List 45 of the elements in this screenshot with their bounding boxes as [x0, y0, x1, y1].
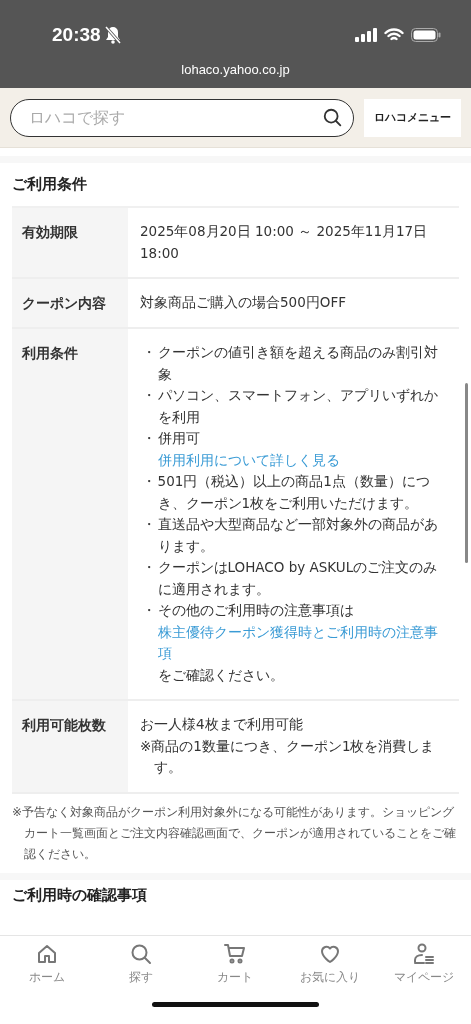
nav-tab[interactable]: 探す: [95, 942, 188, 986]
search-field[interactable]: ロハコで探す: [10, 98, 354, 137]
page-url: lohaco.yahoo.co.jp: [181, 62, 290, 77]
condition-text: パソコン、スマートフォン、アプリいずれかを利用: [157, 386, 439, 427]
row-value: お一人様4枚まで利用可能: [140, 715, 304, 734]
battery-icon: [411, 28, 441, 42]
notice-link[interactable]: 株主優待クーポン獲得時とご利用時の注意事項: [157, 621, 445, 665]
row-label: 利用可能枚数: [12, 701, 128, 794]
bullet-mark: ・: [140, 429, 157, 448]
condition-text: クーポンの値引き額を超える商品のみ割引対象: [157, 343, 439, 384]
condition-text: 501円（税込）以上の商品1点（数量）につき、クーポン1枚をご利用いただけます。: [157, 472, 431, 513]
section-title: ご利用条件: [12, 175, 88, 194]
condition-text: その他のご利用時の注意事項は: [157, 601, 355, 620]
row-value: 対象商品ご購入の場合500円OFF: [140, 293, 347, 312]
nav-tab[interactable]: ホーム: [1, 942, 94, 986]
condition-text: をご確認ください。: [157, 665, 285, 685]
menu-button[interactable]: ロハコメニュー: [364, 98, 461, 137]
cart-icon: [223, 942, 248, 966]
condition-text: クーポンはLOHACO by ASKULのご注文のみに適用されます。: [157, 558, 439, 599]
row-label: 有効期限: [12, 208, 128, 279]
row-value: 2025年08月20日 10:00 ～ 2025年11月17日 18:00: [140, 222, 429, 263]
nav-tab[interactable]: カート: [189, 942, 282, 986]
bullet-mark: ・: [140, 515, 157, 534]
bullet-mark: ・: [140, 558, 157, 577]
bullet-mark: ・: [140, 343, 157, 362]
search-icon: [129, 942, 154, 966]
row-label: 利用条件: [12, 329, 128, 701]
search-icon: [322, 106, 344, 129]
bullet-mark: ・: [140, 472, 157, 491]
status-time: 20:38: [52, 24, 101, 46]
wifi-icon: [384, 28, 404, 42]
bullet-mark: ・: [140, 601, 157, 620]
person-icon: [411, 942, 436, 966]
condition-text: 直送品や大型商品など一部対象外の商品があります。: [157, 515, 439, 556]
row-label: クーポン内容: [12, 279, 128, 329]
condition-text: 併用可: [157, 429, 201, 448]
bullet-mark: ・: [140, 386, 157, 405]
nav-tab[interactable]: マイページ: [377, 942, 470, 986]
nav-tab[interactable]: お気に入り: [283, 942, 376, 986]
signal-icon: [355, 28, 377, 42]
bell-muted-icon: [104, 26, 121, 44]
section-title: ご利用時の確認事項: [11, 884, 148, 905]
row-value: ※商品の1数量につき、クーポン1枚を消費します。: [140, 736, 436, 777]
details-link[interactable]: 併用利用について詳しく見る: [157, 449, 445, 471]
note-text: ※予告なく対象商品がクーポン利用対象外になる可能性があります。ショッピングカート一覧画面とご注文内容確認画面で、クーポンが適用されていることをご確認ください。: [12, 803, 457, 863]
